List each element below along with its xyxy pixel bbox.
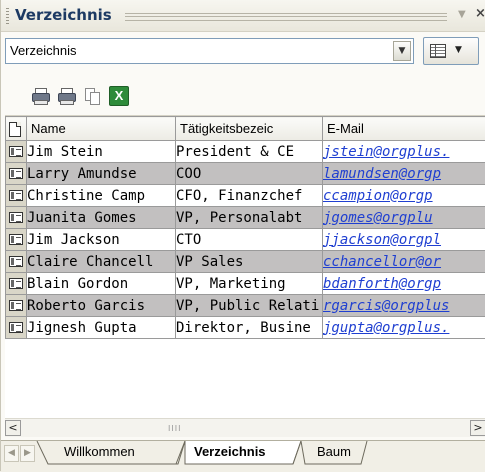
row-name[interactable]: Blain Gordon: [27, 273, 176, 295]
contact-card-icon: [9, 212, 23, 223]
panel-menu-arrow-icon[interactable]: ▼: [458, 9, 466, 20]
row-title[interactable]: CTO: [176, 229, 323, 251]
row-title[interactable]: VP, Personalabt: [176, 207, 323, 229]
row-email-link[interactable]: jgupta@orgplus.: [323, 320, 449, 336]
view-mode-button[interactable]: ▼: [423, 37, 479, 65]
scroll-left-icon[interactable]: <: [5, 420, 21, 436]
table-row[interactable]: Larry Amundse COO lamundsen@orgp: [6, 163, 485, 185]
row-email-link[interactable]: jjackson@orgpl: [323, 232, 441, 248]
titlebar-decoration: [125, 13, 447, 21]
row-name[interactable]: Juanita Gomes: [27, 207, 176, 229]
print-preview-icon[interactable]: [57, 86, 77, 106]
row-title[interactable]: President & CE: [176, 141, 323, 163]
contact-card-icon: [9, 278, 23, 289]
table-row[interactable]: Blain Gordon VP, Marketing bdanforth@org…: [6, 273, 485, 295]
panel-title: Verzeichnis: [15, 6, 112, 24]
grid-view-icon: [430, 44, 446, 58]
directory-grid: Name Tätigkeitsbezeic E-Mail Jim Stein P…: [5, 115, 485, 429]
row-title[interactable]: VP, Marketing: [176, 273, 323, 295]
excel-export-icon[interactable]: X: [109, 86, 129, 106]
row-email-link[interactable]: rgarcis@orgplus: [323, 298, 449, 314]
tab-willkommen[interactable]: Willkommen: [64, 441, 135, 465]
row-email-link[interactable]: cchancellor@or: [323, 254, 441, 270]
scroll-thumb-grip[interactable]: IIII: [168, 424, 181, 433]
table-row[interactable]: Roberto Garcis VP, Public Relati rgarcis…: [6, 295, 485, 317]
row-email-link[interactable]: jstein@orgplus.: [323, 144, 449, 160]
contact-card-icon: [9, 146, 23, 157]
row-title[interactable]: Direktor, Busine: [176, 317, 323, 339]
directory-select-value: Verzeichnis: [10, 43, 76, 58]
directory-table: Name Tätigkeitsbezeic E-Mail Jim Stein P…: [5, 116, 485, 339]
contact-card-icon: [9, 168, 23, 179]
contact-card-icon: [9, 322, 23, 333]
contact-card-icon: [9, 190, 23, 201]
row-email-link[interactable]: lamundsen@orgp: [323, 166, 441, 182]
row-name[interactable]: Jim Jackson: [27, 229, 176, 251]
header-title[interactable]: Tätigkeitsbezeic: [176, 117, 323, 141]
horizontal-scrollbar[interactable]: < IIII >: [5, 418, 485, 437]
drag-grip[interactable]: [6, 8, 9, 24]
row-title[interactable]: VP, Public Relati: [176, 295, 323, 317]
table-row[interactable]: Jim Stein President & CE jstein@orgplus.: [6, 141, 485, 163]
row-email-link[interactable]: bdanforth@orgp: [323, 276, 441, 292]
tab-strip: ◀ ▶ Willkommen Verzeichnis Baum: [1, 440, 485, 472]
dropdown-caret-icon: ▼: [455, 45, 462, 55]
row-name[interactable]: Christine Camp: [27, 185, 176, 207]
row-name[interactable]: Larry Amundse: [27, 163, 176, 185]
header-name[interactable]: Name: [27, 117, 176, 141]
chevron-down-icon[interactable]: ▼: [393, 41, 411, 61]
table-row[interactable]: Jim Jackson CTO jjackson@orgpl: [6, 229, 485, 251]
row-name[interactable]: Roberto Garcis: [27, 295, 176, 317]
contact-card-icon: [9, 256, 23, 267]
table-row[interactable]: Christine Camp CFO, Finanzchef ccampion@…: [6, 185, 485, 207]
contact-card-icon: [9, 234, 23, 245]
row-email-link[interactable]: ccampion@orgp: [323, 188, 433, 204]
row-name[interactable]: Jignesh Gupta: [27, 317, 176, 339]
directory-panel: Verzeichnis ▼ × Verzeichnis ▼ ▼ X Name: [0, 0, 485, 471]
tab-verzeichnis[interactable]: Verzeichnis: [194, 441, 266, 465]
panel-titlebar[interactable]: Verzeichnis ▼ ×: [1, 0, 485, 32]
table-row[interactable]: Juanita Gomes VP, Personalabt jgomes@org…: [6, 207, 485, 229]
table-row[interactable]: Claire Chancell VP Sales cchancellor@or: [6, 251, 485, 273]
row-name[interactable]: Jim Stein: [27, 141, 176, 163]
header-icon-column[interactable]: [6, 117, 27, 141]
row-title[interactable]: VP Sales: [176, 251, 323, 273]
close-icon[interactable]: ×: [475, 6, 485, 21]
row-title[interactable]: CFO, Finanzchef: [176, 185, 323, 207]
print-icon[interactable]: [31, 86, 51, 106]
table-header-row: Name Tätigkeitsbezeic E-Mail: [6, 117, 485, 141]
scroll-right-icon[interactable]: >: [470, 420, 485, 436]
copy-icon[interactable]: [83, 86, 103, 106]
tab-baum[interactable]: Baum: [317, 441, 351, 465]
directory-select[interactable]: Verzeichnis ▼: [5, 38, 414, 64]
contact-card-icon: [9, 300, 23, 311]
document-icon: [9, 122, 21, 137]
row-title[interactable]: COO: [176, 163, 323, 185]
header-email[interactable]: E-Mail: [323, 117, 485, 141]
row-email-link[interactable]: jgomes@orgplu: [323, 210, 433, 226]
table-row[interactable]: Jignesh Gupta Direktor, Busine jgupta@or…: [6, 317, 485, 339]
row-name[interactable]: Claire Chancell: [27, 251, 176, 273]
